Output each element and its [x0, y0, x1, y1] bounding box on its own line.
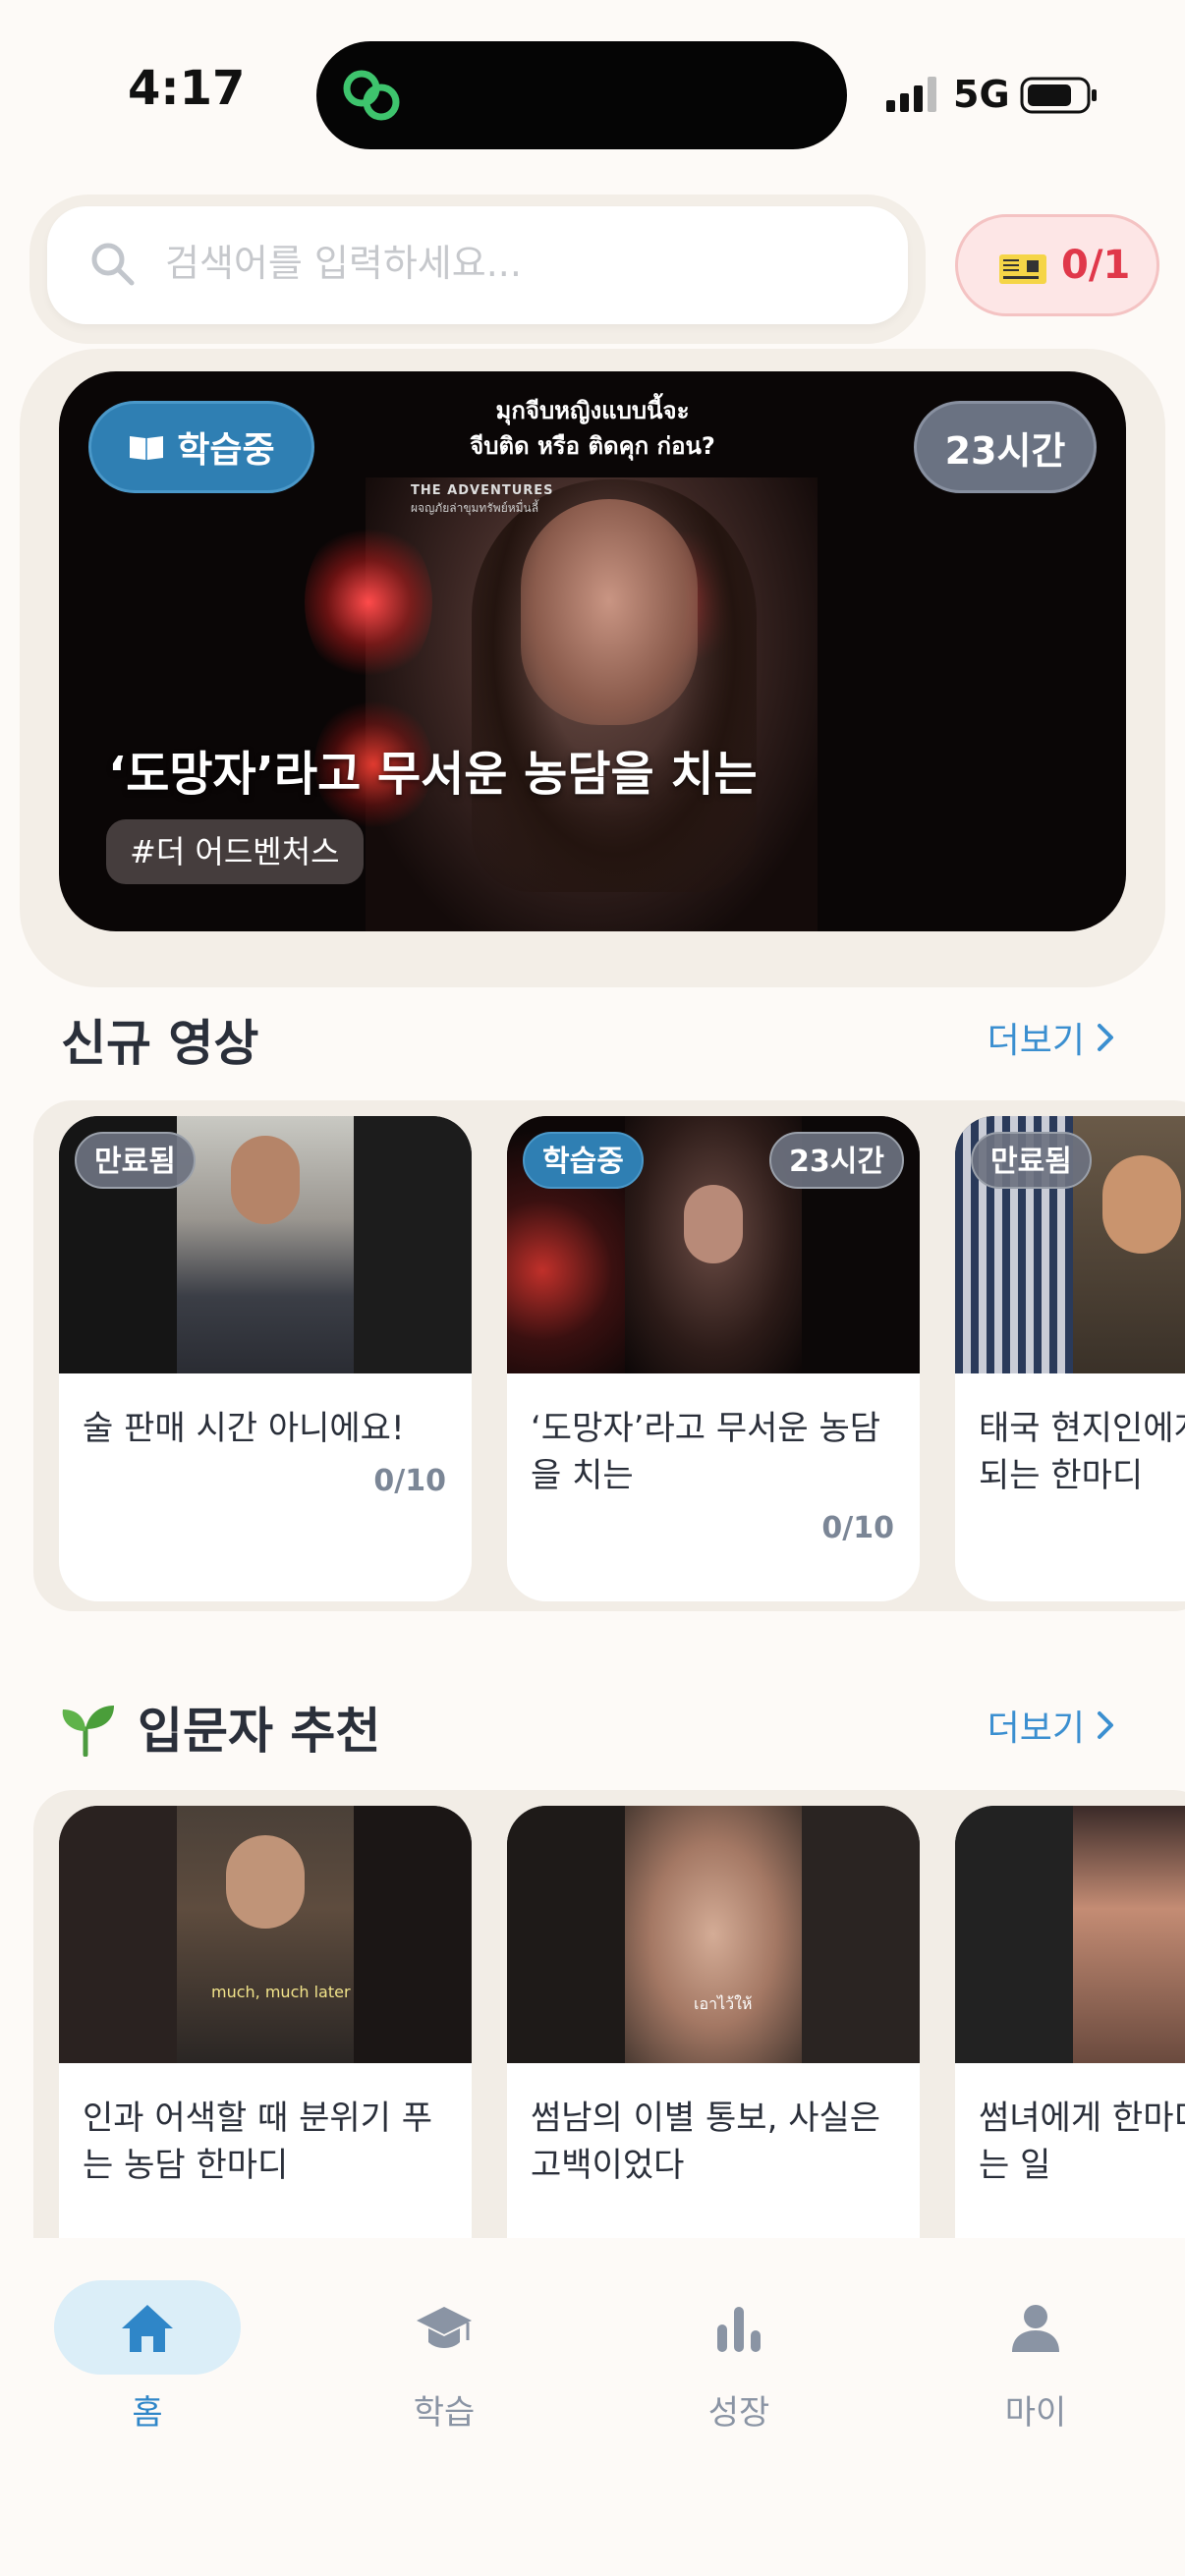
hero-title: ‘도망자’라고 무서운 농담을 치는 [108, 747, 758, 802]
thumb-panel [354, 1806, 472, 2063]
book-icon [130, 436, 164, 460]
chevron-right-icon [1098, 1711, 1113, 1739]
thumb-panel [802, 1806, 920, 2063]
more-label: 더보기 [987, 1021, 1085, 1061]
tab-label: 마이 [1004, 2393, 1067, 2433]
status-time: 4:17 [128, 61, 246, 116]
graduation-cap-icon [417, 2307, 472, 2348]
hero-show-logo: THE ADVENTURES [411, 483, 554, 498]
tab-growth[interactable]: 성장 [641, 2238, 837, 2435]
thumb-panel [59, 1806, 177, 2063]
video-title: 썸녀에게 한마디 하면 생기는 일 [979, 2099, 1185, 2185]
thumb-panel [955, 1806, 1073, 2063]
home-icon [122, 2305, 173, 2352]
video-card[interactable]: 학습중 23시간 ‘도망자’라고 무서운 농담을 치는 0/10 [507, 1116, 920, 1601]
ticket-counter-button[interactable]: 0/1 [955, 214, 1159, 316]
thumb-face [231, 1136, 300, 1224]
thumb-panel [354, 1116, 472, 1373]
thumb-face [1102, 1155, 1181, 1254]
dynamic-island [316, 41, 847, 149]
tab-my[interactable]: 마이 [937, 2238, 1134, 2435]
video-thumbnail: much, much later [59, 1806, 472, 2063]
search-input[interactable] [165, 234, 853, 293]
video-title: 인과 어색할 때 분위기 푸는 농담 한마디 [83, 2099, 433, 2185]
signal-icon [886, 77, 936, 112]
video-title: 술 판매 시간 아니에요! [83, 1409, 405, 1448]
hero-tag[interactable]: #더 어드벤처스 [106, 819, 364, 884]
ticket-icon [999, 254, 1046, 284]
studying-badge-label: 학습중 [177, 430, 275, 471]
video-card[interactable]: much, much later 인과 어색할 때 분위기 푸는 농담 한마디 [59, 1806, 472, 2291]
hero-video-card[interactable]: มุกจีบหญิงแบบนี้จะ จีบติด หรือ ติดคุก ก่… [59, 371, 1126, 931]
sprout-icon [62, 1706, 114, 1757]
video-card[interactable]: เอาไว้ให้ 썸남의 이별 통보, 사실은 고백이었다 [507, 1806, 920, 2291]
video-title: ‘도망자’라고 무서운 농담을 치는 [531, 1409, 881, 1495]
search-box[interactable] [47, 206, 908, 324]
video-card[interactable]: 만료됨 태국 현지인에게 하면 안 되는 한마디 [955, 1116, 1185, 1601]
thumb-face [684, 1185, 743, 1263]
network-label: 5G [953, 73, 1010, 116]
video-card[interactable]: 썸녀에게 한마디 하면 생기는 일 [955, 1806, 1185, 2291]
thumb-panel [507, 1806, 625, 2063]
section-title-beginner: 입문자 추천 [138, 1703, 381, 1760]
hero-light-glow [305, 519, 432, 686]
tab-home[interactable]: 홈 [49, 2238, 246, 2435]
expired-badge: 만료됨 [75, 1132, 196, 1189]
user-icon [1012, 2305, 1059, 2352]
search-bar-container [29, 195, 926, 344]
video-thumbnail [955, 1806, 1185, 2063]
search-icon [91, 243, 135, 286]
hero-figure-face [521, 499, 698, 725]
video-title: 썸남의 이별 통보, 사실은 고백이었다 [531, 2099, 881, 2185]
thumb-panel [625, 1806, 802, 2063]
bar-chart-icon [717, 2307, 761, 2352]
video-card[interactable]: 만료됨 술 판매 시간 아니에요! 0/10 [59, 1116, 472, 1601]
tab-label: 홈 [132, 2393, 163, 2433]
section-title-new-videos: 신규 영상 [61, 1015, 259, 1072]
more-label: 더보기 [987, 1708, 1085, 1749]
battery-icon [1020, 77, 1097, 114]
video-progress: 0/10 [821, 1511, 894, 1545]
chevron-right-icon [1098, 1024, 1113, 1051]
expired-badge: 만료됨 [971, 1132, 1092, 1189]
bottom-tab-bar: 홈 학습 성장 마이 [0, 2238, 1185, 2576]
thumb-caption: much, much later [211, 1983, 351, 2001]
home-screen: 4:17 5G 검색어를 입력하세요... 0/1 มุกจีบหญิงแบบน… [0, 0, 1185, 2576]
thumb-panel [1073, 1806, 1185, 2063]
studying-badge: 학습중 [88, 401, 314, 493]
beginner-more-link[interactable]: 더보기 [988, 1700, 1116, 1751]
video-title: 태국 현지인에게 하면 안 되는 한마디 [979, 1409, 1185, 1495]
video-progress: 0/10 [373, 1464, 446, 1498]
video-thumbnail: เอาไว้ให้ [507, 1806, 920, 2063]
video-thumbnail: 만료됨 [59, 1116, 472, 1373]
thumb-caption: เอาไว้ให้ [694, 1994, 753, 2013]
app-link-logo-icon [343, 70, 400, 121]
video-thumbnail: 만료됨 [955, 1116, 1185, 1373]
hero-show-logo-sub: ผจญภัยล่าขุมทรัพย์หมื่นลี้ [411, 501, 539, 515]
ticket-count: 0/1 [1061, 243, 1131, 288]
video-thumbnail: 학습중 23시간 [507, 1116, 920, 1373]
thumb-face [226, 1835, 305, 1929]
tab-study[interactable]: 학습 [346, 2238, 542, 2435]
tab-label: 학습 [413, 2393, 476, 2433]
new-videos-more-link[interactable]: 더보기 [988, 1012, 1116, 1063]
studying-badge: 학습중 [523, 1132, 644, 1189]
time-left-badge: 23시간 [914, 401, 1097, 493]
tab-label: 성장 [707, 2393, 770, 2433]
time-left-badge: 23시간 [769, 1132, 904, 1189]
